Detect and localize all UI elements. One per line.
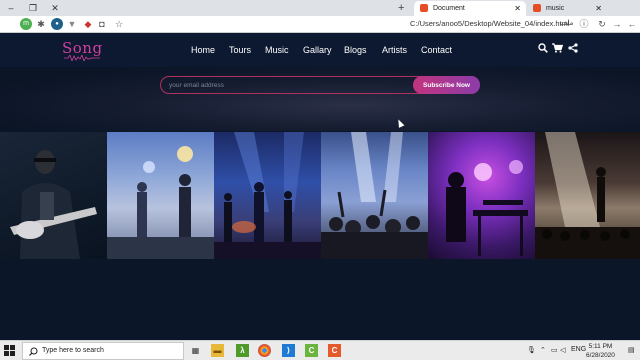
language-indicator[interactable]: ENG xyxy=(571,346,586,353)
page-lower-section xyxy=(0,259,640,340)
c-app-green-icon[interactable]: C xyxy=(305,344,318,357)
close-window-button[interactable]: ✕ xyxy=(48,2,62,14)
photo-gallery xyxy=(0,132,640,259)
extension-puzzle-icon[interactable]: ✱ xyxy=(35,18,47,30)
clock-time: 5:11 PM xyxy=(588,343,613,350)
file-protocol-label: ملف xyxy=(560,20,574,27)
windows-start-icon[interactable] xyxy=(4,345,15,356)
forward-icon[interactable]: → xyxy=(611,18,623,30)
cart-icon[interactable] xyxy=(552,43,564,54)
taskbar-search-placeholder: Type here to search xyxy=(42,347,104,354)
site-navbar: Song Home Tours Music Gallary Blogs Arti… xyxy=(0,33,640,67)
gallery-photo-foggy-stage[interactable] xyxy=(107,132,214,259)
gallery-photo-crowd[interactable] xyxy=(321,132,428,259)
extension-camera-icon[interactable]: ◘ xyxy=(96,18,108,30)
search-icon[interactable] xyxy=(537,43,548,54)
browser-toolbar: m ✱ ● ▼ ◆ ◘ ☆ C:/Users/anoo5/Desktop/Web… xyxy=(0,16,640,33)
email-input[interactable] xyxy=(169,77,409,93)
lambda-app-icon[interactable]: λ xyxy=(236,344,249,357)
restore-button[interactable]: ❐ xyxy=(26,2,40,14)
profile-avatar-icon[interactable]: m xyxy=(20,18,32,30)
minimize-button[interactable]: – xyxy=(4,2,18,14)
close-tab-icon[interactable]: ✕ xyxy=(514,1,521,16)
search-icon xyxy=(29,347,38,356)
clock-date: 6/28/2020 xyxy=(586,352,615,359)
tab-music[interactable]: music ✕ xyxy=(527,1,607,16)
volume-icon[interactable]: ◁ xyxy=(560,346,565,354)
nav-link-blogs[interactable]: Blogs xyxy=(344,45,367,55)
mic-icon[interactable]: 🎙 xyxy=(527,346,536,354)
network-icon[interactable]: ▭ xyxy=(551,346,558,354)
nav-link-music[interactable]: Music xyxy=(265,45,289,55)
share-icon[interactable] xyxy=(567,43,578,54)
notifications-icon[interactable]: ▤ xyxy=(628,346,635,354)
bookmark-star-icon[interactable]: ☆ xyxy=(113,18,125,30)
gallery-photo-guitarist[interactable] xyxy=(0,132,107,259)
nav-link-artists[interactable]: Artists xyxy=(382,45,407,55)
nav-link-contact[interactable]: Contact xyxy=(421,45,452,55)
subscribe-button[interactable]: Subscribe Now xyxy=(413,76,480,94)
nav-link-gallary[interactable]: Gallary xyxy=(303,45,332,55)
website-page: Song Home Tours Music Gallary Blogs Arti… xyxy=(0,33,640,340)
nav-link-tours[interactable]: Tours xyxy=(229,45,251,55)
tab-title: music xyxy=(545,5,565,12)
address-bar[interactable]: C:/Users/anoo5/Desktop/Website_04/index.… xyxy=(410,19,570,28)
gallery-photo-spotlight-singer[interactable] xyxy=(535,132,640,259)
task-view-icon[interactable]: ▦ xyxy=(189,344,202,357)
tray-chevron-icon[interactable]: ⌃ xyxy=(540,346,546,354)
html-file-icon xyxy=(533,4,541,13)
logo-soundwave-icon xyxy=(64,55,100,61)
html-file-icon xyxy=(420,4,428,13)
taskbar-search-box[interactable]: Type here to search xyxy=(22,342,184,360)
windows-taskbar: Type here to search ▦ ▬ λ ⟩ C C 🎙 ⌃ ▭ ◁ … xyxy=(0,340,640,360)
c-app-orange-icon[interactable]: C xyxy=(328,344,341,357)
tab-title: Document xyxy=(432,5,465,12)
subscribe-form: Subscribe Now xyxy=(160,76,480,94)
chrome-icon[interactable] xyxy=(258,344,271,357)
nav-link-home[interactable]: Home xyxy=(191,45,215,55)
gallery-photo-keyboardist[interactable] xyxy=(428,132,535,259)
browser-tab-strip: – ❐ ✕ + Document ✕ music ✕ xyxy=(0,0,640,16)
extension-shapes-icon[interactable]: ◆ xyxy=(82,18,94,30)
extension-filter-icon[interactable]: ▼ xyxy=(66,18,78,30)
close-tab-icon[interactable]: ✕ xyxy=(595,1,602,16)
file-explorer-icon[interactable]: ▬ xyxy=(211,344,224,357)
system-clock[interactable]: 5:11 PM 6/28/2020 xyxy=(586,342,615,360)
back-icon[interactable]: ← xyxy=(626,18,638,30)
reload-icon[interactable]: ↻ xyxy=(596,18,608,30)
gallery-photo-blue-lights[interactable] xyxy=(214,132,321,259)
site-info-icon[interactable]: ⓘ xyxy=(578,18,590,30)
vscode-icon[interactable]: ⟩ xyxy=(282,344,295,357)
tab-document[interactable]: Document ✕ xyxy=(414,1,526,16)
new-tab-button[interactable]: + xyxy=(398,1,404,15)
extension-globe-icon[interactable]: ● xyxy=(51,18,63,30)
